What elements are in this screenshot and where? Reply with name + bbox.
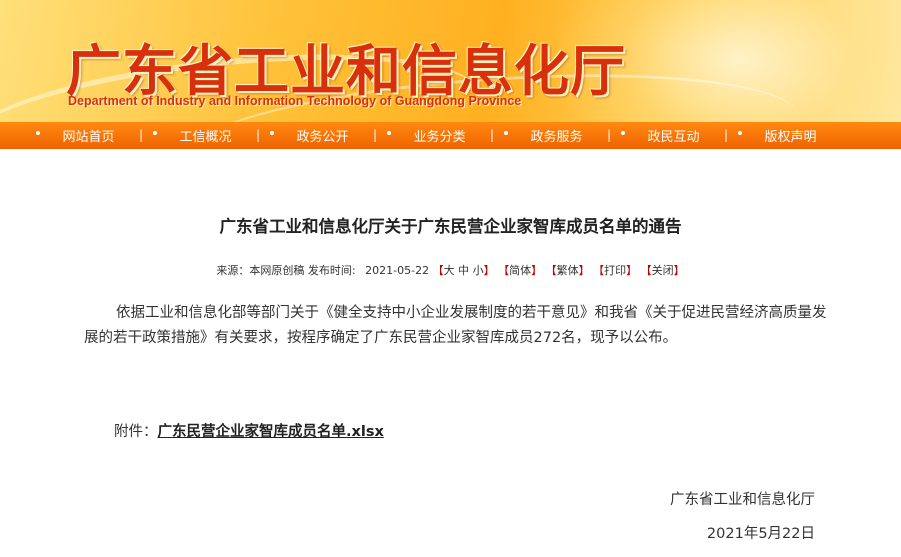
- signature: 广东省工业和信息化厅: [670, 492, 815, 508]
- published-date: 2021-05-22: [365, 264, 430, 277]
- attachment-download-link[interactable]: 广东民营企业家智库成员名单.xlsx: [158, 424, 384, 440]
- site-subtitle: Department of Industry and Information T…: [68, 94, 522, 108]
- nav-item-label: 政务公开: [296, 130, 349, 145]
- attachment-label: 附件：: [114, 424, 158, 440]
- nav-item-label: 网站首页: [62, 130, 115, 145]
- bracket: 】: [483, 264, 495, 277]
- bracket: 】: [578, 264, 590, 277]
- print-link[interactable]: 打印: [604, 264, 626, 277]
- bullet-icon: [270, 131, 274, 135]
- attachment: 附件：广东民营企业家智库成员名单.xlsx: [114, 420, 384, 441]
- nav-item-gov-services[interactable]: 政务服务 |: [498, 122, 615, 149]
- font-size-medium-link[interactable]: 中: [458, 264, 469, 277]
- bullet-icon: [153, 131, 157, 135]
- nav-item-label: 业务分类: [413, 130, 466, 145]
- bracket: 【: [545, 264, 557, 277]
- bullet-icon: [738, 131, 742, 135]
- bracket: 【: [498, 264, 510, 277]
- article-title: 广东省工业和信息化厅关于广东民营企业家智库成员名单的通告: [219, 217, 682, 236]
- bracket: 【: [432, 264, 444, 277]
- source-value: 本网原创稿: [249, 264, 305, 277]
- bracket: 】: [531, 264, 543, 277]
- bracket: 】: [626, 264, 638, 277]
- nav-item-gov-disclosure[interactable]: 政务公开 |: [264, 122, 381, 149]
- source-label: 来源：: [216, 264, 250, 277]
- nav-item-interaction[interactable]: 政民互动 |: [615, 122, 732, 149]
- nav-item-label: 工信概况: [179, 130, 232, 145]
- signature-date: 2021年5月22日: [706, 526, 815, 542]
- nav-separator: |: [723, 128, 728, 142]
- nav-separator: |: [138, 128, 143, 142]
- close-link[interactable]: 关闭: [652, 264, 674, 277]
- header-banner: 广东省工业和信息化厅 Department of Industry and In…: [0, 0, 901, 122]
- nav-item-copyright[interactable]: 版权声明: [732, 122, 849, 149]
- bullet-icon: [36, 131, 40, 135]
- simplified-link[interactable]: 简体: [509, 264, 531, 277]
- bullet-icon: [504, 131, 508, 135]
- article-body: 依据工业和信息化部等部门关于《健全支持中小企业发展制度的若干意见》和我省《关于促…: [84, 305, 827, 346]
- bracket: 】: [673, 264, 685, 277]
- nav-separator: |: [372, 128, 377, 142]
- nav-item-home[interactable]: 网站首页 |: [30, 122, 147, 149]
- nav-separator: |: [606, 128, 611, 142]
- nav-item-label: 版权声明: [764, 130, 817, 145]
- traditional-link[interactable]: 繁体: [557, 264, 579, 277]
- nav-item-label: 政务服务: [530, 130, 583, 145]
- font-size-large-link[interactable]: 大: [444, 264, 455, 277]
- bullet-icon: [621, 131, 625, 135]
- font-size-small-link[interactable]: 小: [473, 264, 484, 277]
- published-label: 发布时间:: [307, 264, 356, 277]
- bullet-icon: [387, 131, 391, 135]
- bracket: 【: [593, 264, 605, 277]
- nav-item-overview[interactable]: 工信概况 |: [147, 122, 264, 149]
- nav-separator: |: [489, 128, 494, 142]
- nav-item-label: 政民互动: [647, 130, 700, 145]
- bracket: 【: [640, 264, 652, 277]
- article-meta: 来源：本网原创稿 发布时间: 2021-05-22 【大 中 小】 【简体】 【…: [0, 262, 901, 278]
- nav-separator: |: [255, 128, 260, 142]
- nav-item-business-categories[interactable]: 业务分类 |: [381, 122, 498, 149]
- main-nav: 网站首页 | 工信概况 | 政务公开 | 业务分类 | 政务服务 | 政民互动 …: [0, 122, 901, 149]
